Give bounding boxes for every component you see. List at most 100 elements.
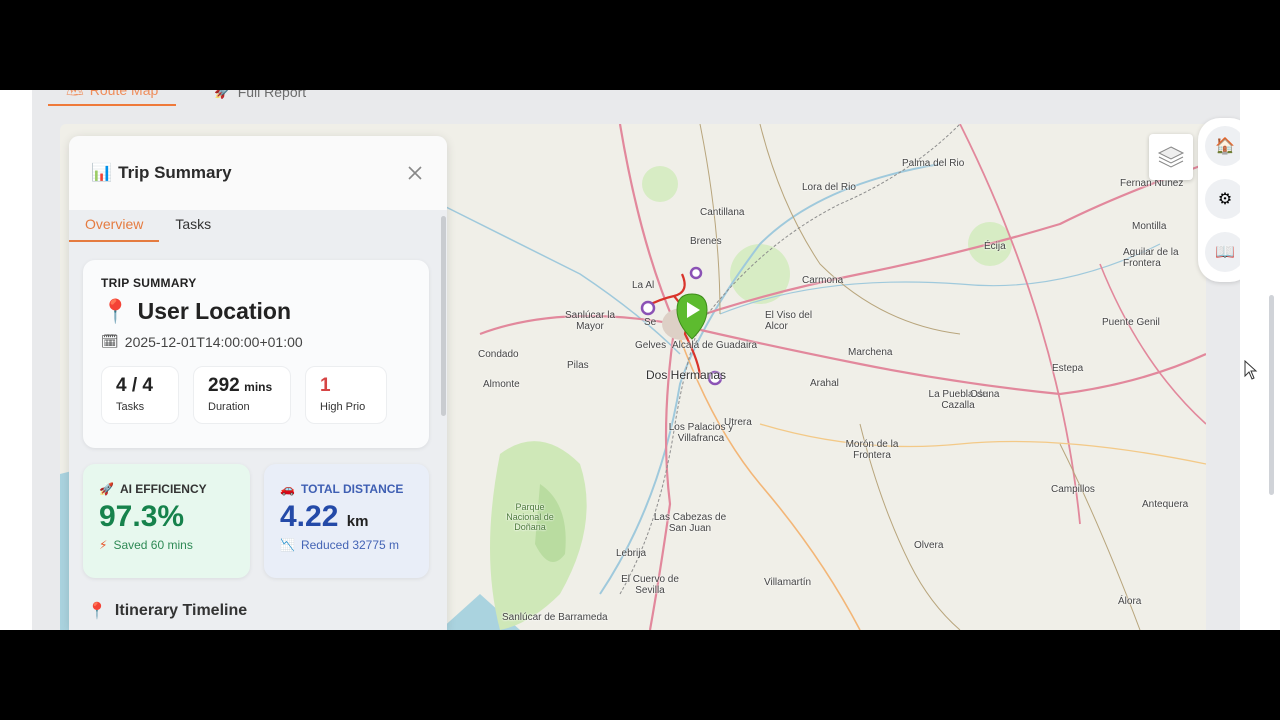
ai-efficiency-card: 🚀 AI EFFICIENCY 97.3% ⚡ Saved 60 mins (83, 464, 250, 578)
total-distance-label-text: TOTAL DISTANCE (300, 482, 404, 496)
total-distance-value: 4.22 km (280, 500, 413, 534)
map-label: Lora del Rio (802, 182, 856, 193)
stat-high-prio: 1 High Prio (305, 366, 387, 424)
map-label: Las Cabezas de San Juan (653, 512, 727, 534)
calendar-icon: 🗓 (101, 333, 119, 349)
map-label: Écija (984, 241, 1006, 252)
stat-label: High Prio (320, 401, 366, 413)
map-label: Arahal (810, 378, 839, 389)
settings-button[interactable]: ⚙ (1205, 179, 1245, 219)
stats-row: 4 / 4 Tasks 292 mins Duration 1 High Pri… (101, 366, 411, 424)
rocket-icon: 🚀 (99, 482, 114, 496)
map-label: Villamartín (764, 577, 812, 588)
map-label: Morón de la Frontera (845, 439, 899, 461)
route-map[interactable]: Palma del Rio Lora del Rio Fernan Núñez … (60, 124, 1206, 630)
map-label: Montilla (1132, 221, 1167, 232)
map-label: Osuna (970, 389, 1000, 400)
map-label: Marchena (848, 347, 893, 358)
tab-full-report[interactable]: 🚀 Full Report (196, 90, 324, 106)
map-label: Brenes (690, 236, 722, 247)
close-button[interactable] (405, 163, 425, 183)
stat-value: 4 / 4 (116, 375, 153, 396)
map-label: Utrera (724, 417, 752, 428)
tab-overview[interactable]: Overview (69, 210, 160, 242)
map-label: Campillos (1051, 484, 1095, 495)
top-tab-bar: 🗺 Route Map 🚀 Full Report (48, 90, 324, 106)
layers-button[interactable] (1149, 134, 1193, 180)
browser-viewport: 🗺 Route Map 🚀 Full Report (0, 90, 1280, 630)
trip-summary-card: TRIP SUMMARY 📍 User Location 🗓 2025-12-0… (83, 260, 429, 448)
panel-title-text: Trip Summary (118, 163, 232, 182)
lightning-icon: ⚡ (99, 538, 108, 552)
location-name: User Location (137, 298, 292, 324)
map-label: Sanlúcar de Barrameda (502, 612, 608, 623)
total-distance-sub: 📉 Reduced 32775 m (280, 538, 413, 552)
ai-efficiency-label-text: AI EFFICIENCY (119, 482, 207, 496)
close-icon (408, 166, 422, 180)
map-label: El Cuervo de Sevilla (621, 574, 679, 596)
itinerary-heading: 📍 Itinerary Timeline (87, 601, 247, 621)
map-label: Almonte (483, 379, 520, 390)
stat-label: Duration (208, 401, 250, 413)
stat-value: 292 (208, 375, 240, 396)
trend-down-icon: 📉 (280, 538, 295, 552)
tab-tasks[interactable]: Tasks (159, 210, 227, 242)
home-icon: 🏠 (1215, 138, 1235, 155)
map-label: La Al (632, 280, 655, 291)
book-button[interactable]: 📖 (1205, 232, 1245, 272)
trip-summary-panel: 📊 Trip Summary Overview Tasks TRIP SUMMA… (69, 136, 447, 630)
map-label: Sanlúcar la Mayor (564, 310, 616, 332)
total-distance-label: 🚗 TOTAL DISTANCE (280, 482, 413, 496)
bar-chart-icon: 📊 (91, 163, 113, 182)
total-distance-card: 🚗 TOTAL DISTANCE 4.22 km 📉 Reduced 32775… (264, 464, 429, 578)
map-label: Condado (478, 349, 519, 360)
pin-icon: 📍 (87, 603, 107, 620)
map-label: Carmona (802, 275, 844, 286)
stat-unit: mins (244, 380, 273, 394)
stat-value: 1 (320, 375, 331, 396)
map-label: Antequera (1142, 499, 1189, 510)
map-label: Gelves (635, 340, 667, 351)
car-icon: 🚗 (280, 482, 295, 496)
home-button[interactable]: 🏠 (1205, 126, 1245, 166)
app-container: 🗺 Route Map 🚀 Full Report (32, 90, 1240, 630)
tab-route-map-label: Route Map (89, 90, 159, 98)
stat-tasks: 4 / 4 Tasks (101, 366, 179, 424)
map-label: Álora (1118, 596, 1142, 607)
panel-title: 📊 Trip Summary (91, 163, 232, 183)
map-label: Palma del Rio (902, 158, 965, 169)
map-label: Olvera (914, 540, 944, 551)
page-scrollbar-thumb[interactable] (1269, 295, 1274, 495)
date-row: 🗓 2025-12-01T14:00:00+01:00 (101, 333, 411, 350)
map-label: Pilas (567, 360, 589, 371)
stat-duration: 292 mins Duration (193, 366, 291, 424)
pin-icon: 📍 (101, 298, 130, 324)
panel-tab-bar: Overview Tasks (69, 210, 447, 242)
summary-eyebrow: TRIP SUMMARY (101, 276, 197, 290)
ai-efficiency-label: 🚀 AI EFFICIENCY (99, 482, 234, 496)
tab-route-map[interactable]: 🗺 Route Map (48, 90, 177, 106)
map-label: Puente Genil (1102, 317, 1160, 328)
map-label: Dos Hermanas (646, 368, 727, 382)
settings-icon: ⚙ (1217, 191, 1233, 208)
map-label: Lebrija (616, 548, 647, 559)
ai-efficiency-value: 97.3% (99, 500, 185, 533)
mouse-cursor-icon (1244, 360, 1258, 380)
map-label: El Viso del Alcor (765, 310, 813, 332)
map-label: Alcalá de Guadaira (672, 340, 758, 351)
total-distance-sub-text: Reduced 32775 m (300, 538, 400, 552)
map-label: Aguilar de la Frontera (1123, 247, 1179, 269)
stat-label: Tasks (116, 401, 145, 413)
map-icon: 🗺 (66, 90, 84, 98)
distance-unit: km (346, 513, 369, 530)
trip-datetime: 2025-12-01T14:00:00+01:00 (124, 333, 303, 350)
map-label: Se (644, 317, 657, 328)
panel-scrollbar[interactable] (441, 216, 446, 416)
location-title: 📍 User Location (101, 298, 411, 325)
rocket-icon: 🚀 (214, 90, 232, 99)
distance-number: 4.22 (280, 500, 339, 533)
ai-efficiency-sub: ⚡ Saved 60 mins (99, 538, 234, 552)
panel-header: 📊 Trip Summary (69, 136, 447, 210)
map-label: Parque Nacional de Doñana (506, 502, 554, 532)
ai-efficiency-sub-text: Saved 60 mins (113, 538, 193, 552)
